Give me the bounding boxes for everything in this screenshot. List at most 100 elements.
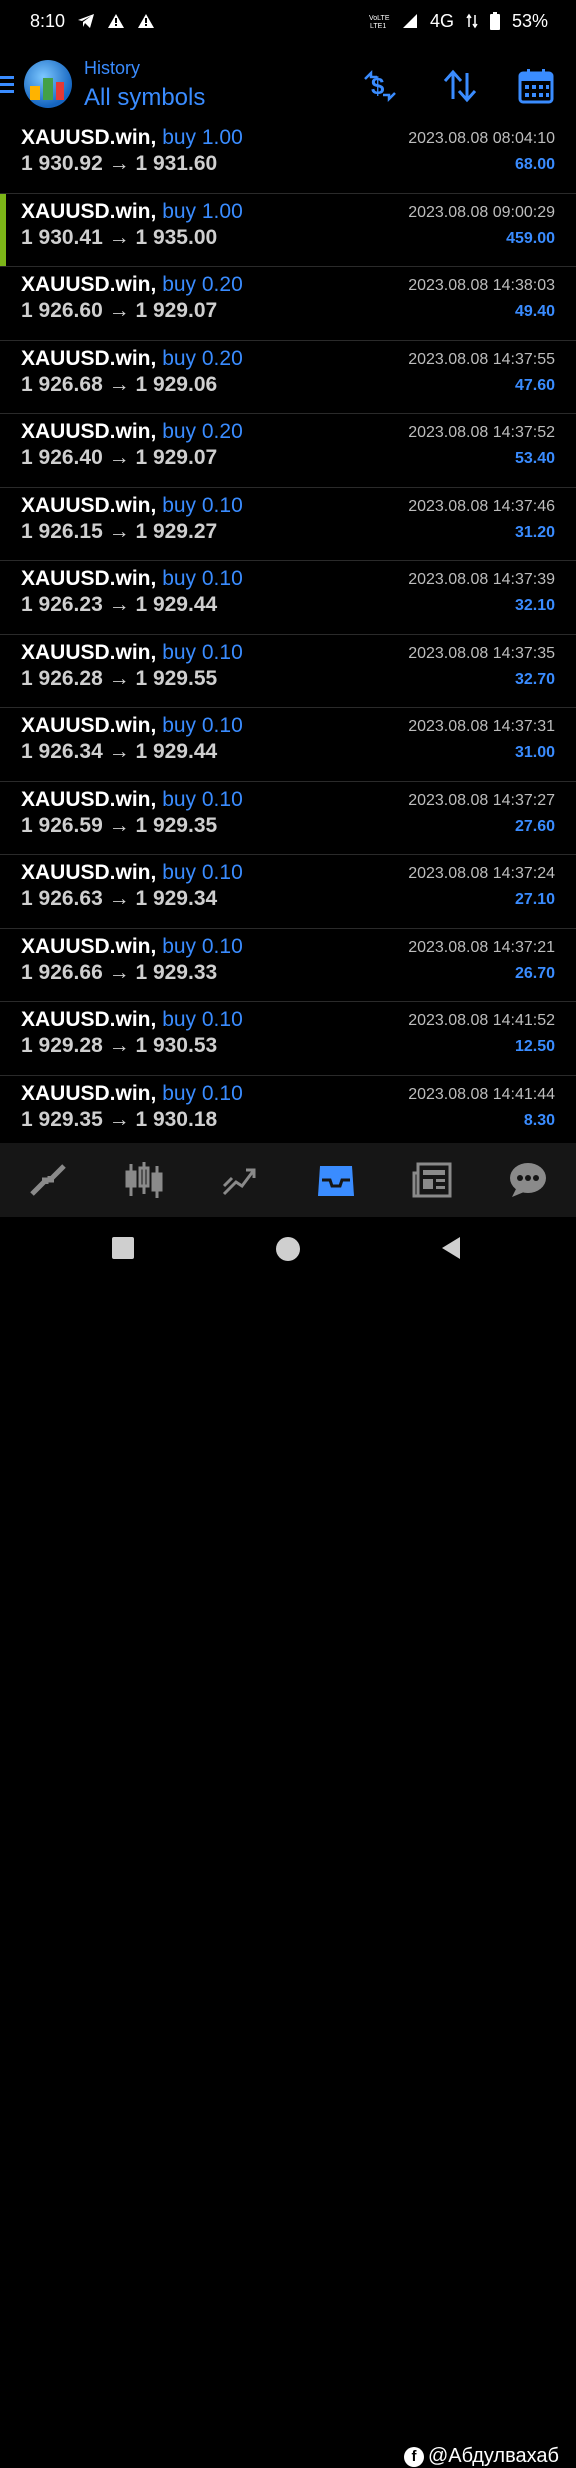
currency-filter-button[interactable]: $ (360, 66, 400, 106)
app-header: History All symbols $ (0, 46, 576, 120)
trade-row-selected[interactable]: XAUUSD.win, buy 1.00 1 930.41 → 1 935.00… (0, 193, 576, 267)
trade-side: buy 0.20 (162, 346, 243, 370)
trade-side: buy 0.20 (162, 420, 243, 443)
trade-profit: 53.40 (514, 450, 555, 467)
trade-side: buy 0.10 (162, 640, 243, 664)
trade-symbol: XAUUSD.win, (21, 346, 157, 370)
trade-profit: 27.60 (514, 817, 555, 835)
symbol-filter[interactable]: All symbols (84, 84, 205, 112)
close-price: 1 930.53 (135, 1034, 218, 1057)
open-price: 1 926.60 (21, 299, 103, 322)
nav-history[interactable] (311, 1155, 361, 1205)
trade-time: 2023.08.08 14:37:24 (408, 865, 555, 882)
open-price: 1 926.66 (21, 960, 103, 984)
arrow-icon: → (108, 593, 130, 616)
trade-profit: 12.50 (514, 1038, 555, 1055)
nav-news[interactable] (407, 1155, 457, 1205)
sort-icon (443, 69, 477, 103)
inbox-history-icon (318, 1166, 354, 1196)
trade-time: 2023.08.08 09:00:29 (408, 203, 555, 221)
trade-row[interactable]: XAUUSD.win, buy 0.10 1 929.28 → 1 930.53… (0, 1002, 576, 1076)
home-button[interactable] (276, 1237, 300, 1261)
arrow-icon: → (108, 152, 130, 175)
trade-profit: 49.40 (514, 303, 555, 320)
trade-profit: 32.10 (514, 597, 555, 614)
close-price: 1 929.44 (135, 593, 218, 616)
trade-row[interactable]: XAUUSD.win, buy 0.10 1 926.23 → 1 929.44… (0, 561, 576, 635)
sort-button[interactable] (440, 66, 480, 106)
trade-time: 2023.08.08 14:37:27 (408, 791, 555, 809)
arrow-icon: → (108, 372, 130, 396)
trade-row[interactable]: XAUUSD.win, buy 0.10 1 926.15 → 1 929.27… (0, 488, 576, 561)
trade-side: buy 1.00 (162, 126, 243, 149)
trade-profit: 31.00 (514, 744, 555, 761)
trade-row[interactable]: XAUUSD.win, buy 0.10 1 926.28 → 1 929.55… (0, 635, 576, 708)
back-triangle-icon (442, 1237, 460, 1259)
trade-profit: 459.00 (506, 229, 555, 247)
recents-button[interactable] (112, 1237, 134, 1259)
trade-row[interactable]: XAUUSD.win, buy 0.10 1 926.34 → 1 929.44… (0, 708, 576, 782)
calendar-button[interactable] (516, 66, 556, 106)
network-type: 4G (429, 10, 454, 31)
svg-text:LTE1: LTE1 (370, 23, 386, 30)
system-navigation-bar: f @Абдулвахаб (0, 1217, 576, 2467)
open-price: 1 926.23 (21, 593, 103, 616)
quotes-arrows-icon (30, 1164, 66, 1196)
trade-row[interactable]: XAUUSD.win, buy 0.20 1 926.60 → 1 929.07… (0, 267, 576, 341)
trade-time: 2023.08.08 14:41:52 (408, 1012, 555, 1029)
trade-time: 2023.08.08 14:37:52 (408, 424, 555, 441)
nav-chat[interactable] (503, 1155, 553, 1205)
trade-time: 2023.08.08 14:37:46 (408, 497, 555, 515)
trade-row[interactable]: XAUUSD.win, buy 1.00 1 930.92 → 1 931.60… (0, 120, 576, 194)
trade-row[interactable]: XAUUSD.win, buy 0.20 1 926.40 → 1 929.07… (0, 414, 576, 488)
arrow-icon: → (108, 740, 130, 763)
arrow-icon: → (108, 813, 130, 837)
close-price: 1 929.55 (135, 666, 218, 690)
trade-row[interactable]: XAUUSD.win, buy 0.20 1 926.68 → 1 929.06… (0, 341, 576, 414)
trade-time: 2023.08.08 14:37:31 (408, 718, 555, 735)
trade-profit: 8.30 (523, 1111, 555, 1129)
trade-symbol: XAUUSD.win, (21, 493, 157, 517)
close-price: 1 929.06 (135, 372, 218, 396)
nav-chart[interactable] (119, 1155, 169, 1205)
arrow-icon: → (108, 1034, 130, 1057)
arrow-icon: → (108, 1107, 130, 1131)
close-price: 1 929.33 (135, 960, 218, 984)
nav-quotes[interactable] (23, 1155, 73, 1205)
menu-icon[interactable] (0, 76, 16, 97)
telegram-icon (77, 13, 95, 29)
trade-symbol: XAUUSD.win, (21, 934, 157, 958)
trade-symbol: XAUUSD.win, (21, 199, 157, 223)
candlestick-icon (125, 1162, 163, 1198)
trade-time: 2023.08.08 14:38:03 (408, 277, 555, 294)
trade-time: 2023.08.08 14:41:44 (408, 1085, 555, 1103)
open-price: 1 929.28 (21, 1034, 103, 1057)
battery-icon (489, 12, 500, 30)
news-icon (412, 1162, 452, 1198)
svg-text:VoLTE: VoLTE (369, 15, 390, 22)
warning-icon (137, 13, 155, 29)
nav-trade[interactable] (215, 1155, 265, 1205)
open-price: 1 926.59 (21, 813, 103, 837)
signal-icon (402, 13, 418, 29)
trade-trend-icon (222, 1168, 256, 1196)
open-price: 1 926.63 (21, 887, 103, 910)
trade-row[interactable]: XAUUSD.win, buy 0.10 1 926.63 → 1 929.34… (0, 855, 576, 929)
trade-row[interactable]: XAUUSD.win, buy 0.10 1 929.35 → 1 930.18… (0, 1076, 576, 1150)
open-price: 1 926.34 (21, 740, 103, 763)
warning-icon (107, 13, 125, 29)
page-subtitle: History (84, 58, 141, 78)
arrow-icon: → (108, 225, 130, 249)
calendar-icon (518, 69, 554, 104)
app-logo[interactable] (24, 60, 72, 108)
trade-row[interactable]: XAUUSD.win, buy 0.10 1 926.59 → 1 929.35… (0, 782, 576, 855)
trade-side: buy 0.10 (162, 1008, 243, 1031)
trade-history-list: XAUUSD.win, buy 1.00 1 930.92 → 1 931.60… (0, 120, 576, 1149)
trade-symbol: XAUUSD.win, (21, 861, 157, 884)
open-price: 1 926.15 (21, 519, 103, 543)
close-price: 1 929.27 (135, 519, 218, 543)
back-button[interactable] (440, 1235, 462, 1266)
trade-side: buy 0.10 (162, 787, 243, 811)
trade-row[interactable]: XAUUSD.win, buy 0.10 1 926.66 → 1 929.33… (0, 929, 576, 1002)
volte-icon: VoLTE LTE1 (368, 12, 390, 30)
